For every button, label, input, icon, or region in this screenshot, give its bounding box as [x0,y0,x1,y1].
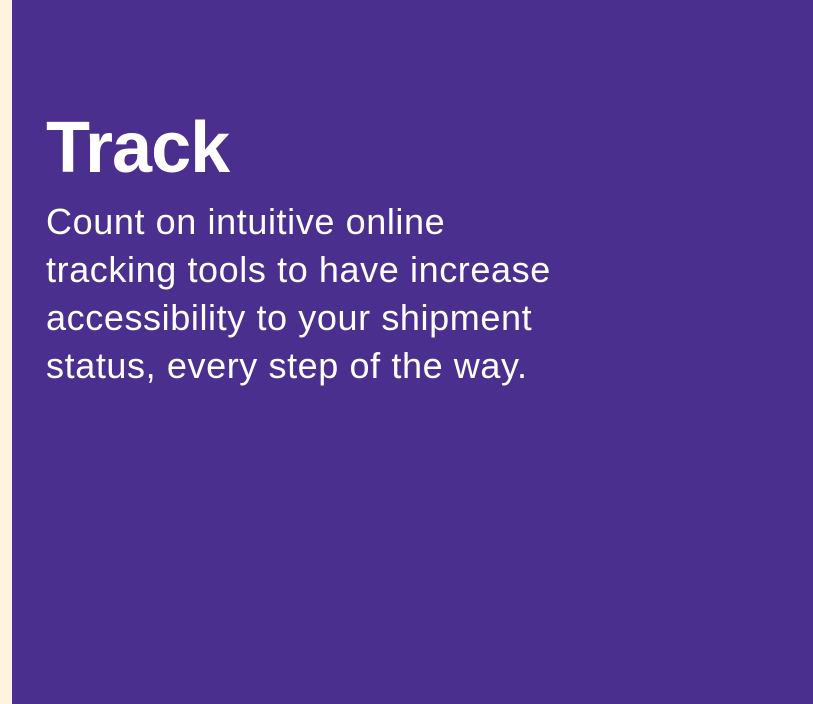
description-line-4: status, every step of the way. [46,345,528,386]
track-feature-card: Track Count on intuitive online tracking… [12,0,813,704]
description-line-1: Count on intuitive online [46,201,446,242]
description-line-3: accessibility to your shipment [46,297,533,338]
card-title: Track [46,108,230,188]
left-edge-strip [0,0,12,704]
card-description: Count on intuitive online tracking tools… [46,198,726,390]
description-line-2: tracking tools to have increase [46,249,551,290]
